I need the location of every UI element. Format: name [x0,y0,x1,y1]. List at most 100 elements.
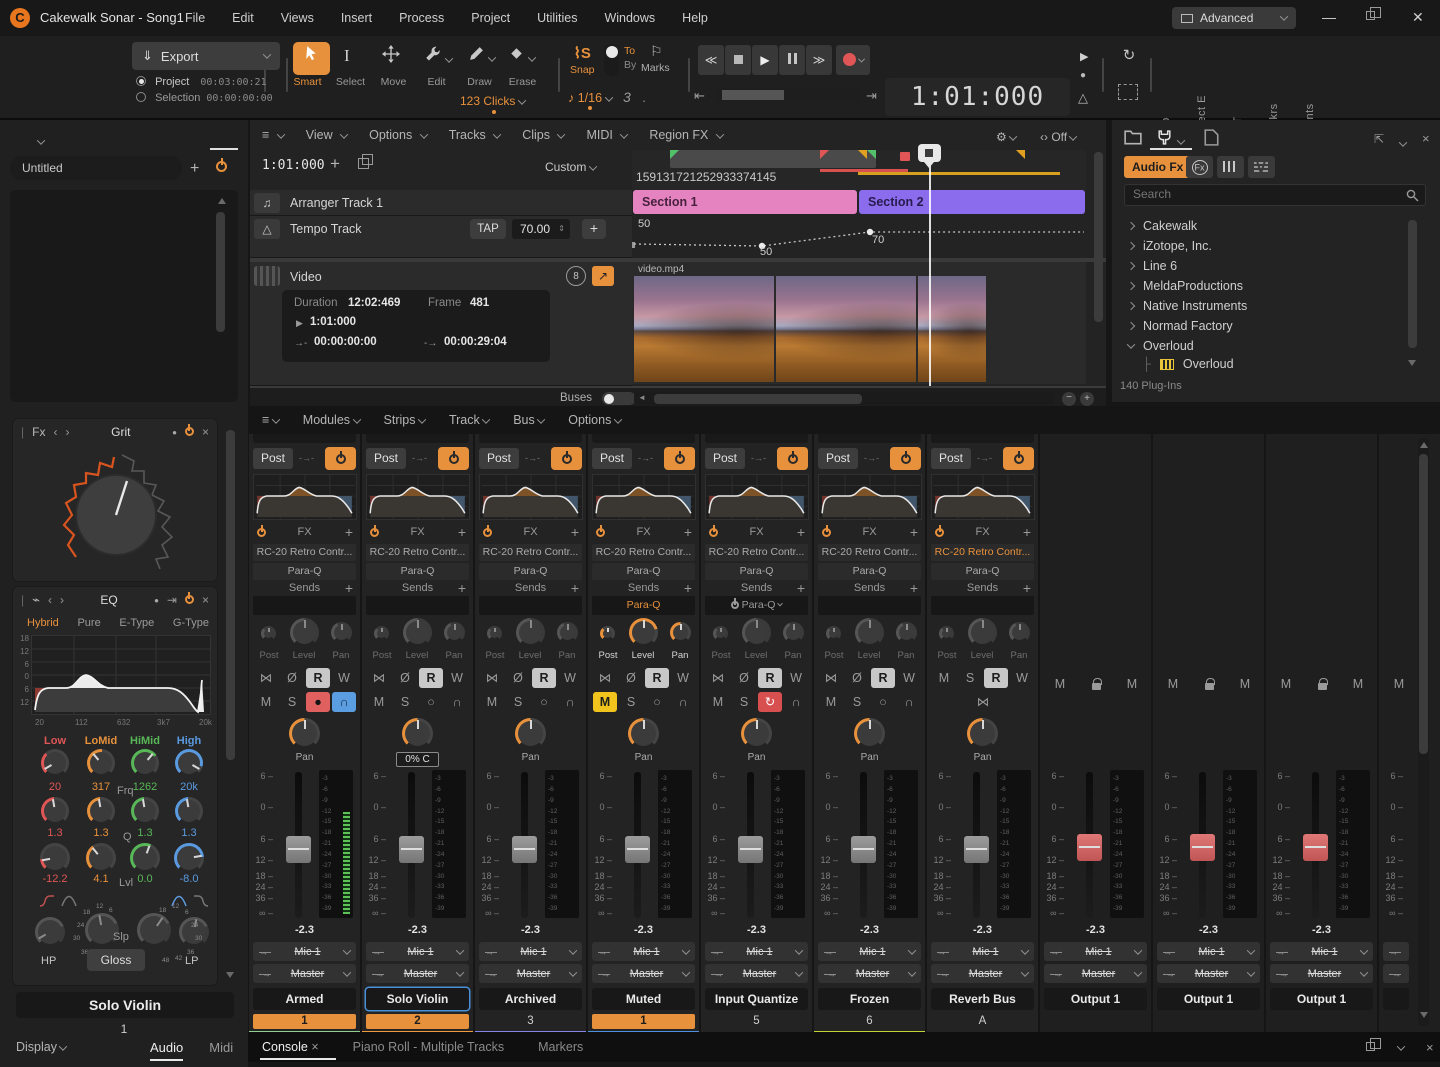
strip-name[interactable]: Reverb Bus [931,988,1034,1010]
send-post-knob[interactable] [939,626,954,641]
stop-button[interactable] [725,45,751,75]
fx-slot-0[interactable]: RC-20 Retro Contr... [705,544,808,561]
input-echo-button[interactable]: ∩ [671,692,695,712]
scrollbar-thumb[interactable] [216,212,225,332]
output-selector[interactable]: -→Master [1270,964,1373,983]
input-echo-button[interactable]: ∩ [897,692,921,712]
add-send-button[interactable]: + [684,580,692,596]
eq-thumbnail[interactable] [592,474,696,520]
input-selector[interactable]: →-Mic 1 [931,942,1034,961]
send-post-knob[interactable] [487,626,502,641]
post-button[interactable]: Post [253,448,293,469]
tree-vendor-native-instruments[interactable]: Native Instruments [1122,296,1440,316]
go-to-start-icon[interactable]: ⇤ [694,88,705,104]
send-level-knob[interactable] [403,618,432,647]
arranger-section-1[interactable]: Section 1 [633,190,857,214]
record-arm-button[interactable]: ○ [645,692,669,712]
export-scope-selection[interactable]: Selection 00:00:00:00 [136,92,273,104]
solo-button[interactable]: S [393,692,417,712]
workspace-dropdown[interactable]: Advanced [1172,7,1296,29]
plugin-tab-icon[interactable] [1156,129,1173,146]
smart-tool-button[interactable] [293,42,330,75]
eq-thumbnail[interactable] [818,474,922,520]
metronome-state-icon[interactable]: △ [1078,90,1088,106]
record-button[interactable] [836,45,870,75]
add-send-button[interactable]: + [571,580,579,596]
video-track-header[interactable]: Video 8 ↗ Duration 12:02:469 Frame 481 ▶… [250,262,632,386]
close-icon[interactable]: × [202,593,209,607]
add-fx-button[interactable]: + [458,524,466,540]
eq-lvl-knob-low[interactable] [40,843,70,873]
mono-button[interactable]: M [1346,674,1370,694]
pan-knob[interactable] [854,718,885,749]
fader-cap[interactable] [851,836,876,863]
menu-5[interactable]: Project [471,11,510,25]
strip-button-W[interactable]: W [1010,668,1034,688]
tree-plugin-overloud[interactable]: ├Overloud [1122,356,1440,372]
eq-q-knob-low[interactable] [41,797,69,825]
input-selector[interactable]: →-Mic 1 [366,942,469,961]
console-menu-options[interactable]: Options [568,413,621,427]
mute-button[interactable]: M [593,692,617,712]
strip-name[interactable]: Armed [253,988,356,1010]
pan-value[interactable]: 0% C [396,752,439,767]
strip-button-⋈[interactable]: ⋈ [480,668,504,688]
strip-button-R[interactable]: R [645,668,669,688]
select-end-marker[interactable] [1016,150,1025,159]
strip-button-W[interactable]: W [445,668,469,688]
scroll-up-icon[interactable] [218,198,226,204]
output-selector[interactable]: -→Master [705,964,808,983]
mute-button[interactable]: M [367,692,391,712]
chevron-down-icon[interactable] [1178,134,1184,148]
tree-vendor-meldaproductions[interactable]: MeldaProductions [1122,276,1440,296]
add-fx-button[interactable]: + [684,524,692,540]
output-selector[interactable]: -→Master [253,964,356,983]
add-send-button[interactable]: + [345,580,353,596]
fx-slot-1[interactable]: Para-Q [705,563,808,580]
fx-slot-1[interactable]: Para-Q [931,563,1034,580]
power-icon[interactable] [185,593,194,607]
snap-to-by-toggle[interactable] [604,44,619,76]
tree-vendor-cakewalk[interactable]: Cakewalk [1122,216,1440,236]
strip-button-W[interactable]: W [897,668,921,688]
add-send-button[interactable]: + [1023,580,1031,596]
send-post-knob[interactable] [600,626,615,641]
popout-icon[interactable]: ⇥ [167,593,177,607]
tool-label-smart[interactable]: Smart [286,76,329,88]
punch-in-marker[interactable] [820,150,829,159]
pan-knob[interactable] [967,718,998,749]
strip-name[interactable]: Solo Violin [366,988,469,1010]
eq-lvl-knob-high[interactable] [174,843,204,873]
input-echo-button[interactable]: ∩ [784,692,808,712]
output-selector[interactable]: -→Master [1044,964,1147,983]
fx-slot-0[interactable]: RC-20 Retro Contr... [931,544,1034,561]
strip-name[interactable]: Input Quantize [705,988,808,1010]
console-menu-modules[interactable]: Modules [303,413,360,427]
strip-button-⋈[interactable]: ⋈ [819,668,843,688]
add-fx-button[interactable]: + [571,524,579,540]
strip-button-⋈[interactable]: ⋈ [593,668,617,688]
trackview-menu-midi[interactable]: MIDI [586,128,627,142]
menu-4[interactable]: Process [399,11,444,25]
video-badge[interactable]: 8 [566,266,586,286]
selection-radio[interactable] [136,92,146,102]
fader-cap[interactable] [625,836,650,863]
chevron-down-icon[interactable] [1398,1040,1404,1054]
video-in-time[interactable]: 00:00:00:00 [314,336,377,348]
menu-3[interactable]: Insert [341,11,372,25]
menu-8[interactable]: Help [682,11,708,25]
strip-button-R[interactable]: R [306,668,330,688]
fader-cap[interactable] [1190,834,1215,861]
mute-button[interactable]: M [480,692,504,712]
chevron-down-icon[interactable] [38,133,44,148]
pan-knob[interactable] [515,718,546,749]
power-icon[interactable] [185,425,194,439]
input-selector[interactable]: →-Mic 1 [818,942,921,961]
video-out-time[interactable]: 00:00:29:04 [444,336,507,348]
output-selector[interactable]: -→Master [818,964,921,983]
eq-power-button[interactable] [890,447,921,470]
strip-number[interactable]: A [931,1014,1034,1029]
mono-button[interactable]: M [1120,674,1144,694]
add-send-button[interactable]: + [910,580,918,596]
minimize-button[interactable]: — [1322,9,1336,25]
